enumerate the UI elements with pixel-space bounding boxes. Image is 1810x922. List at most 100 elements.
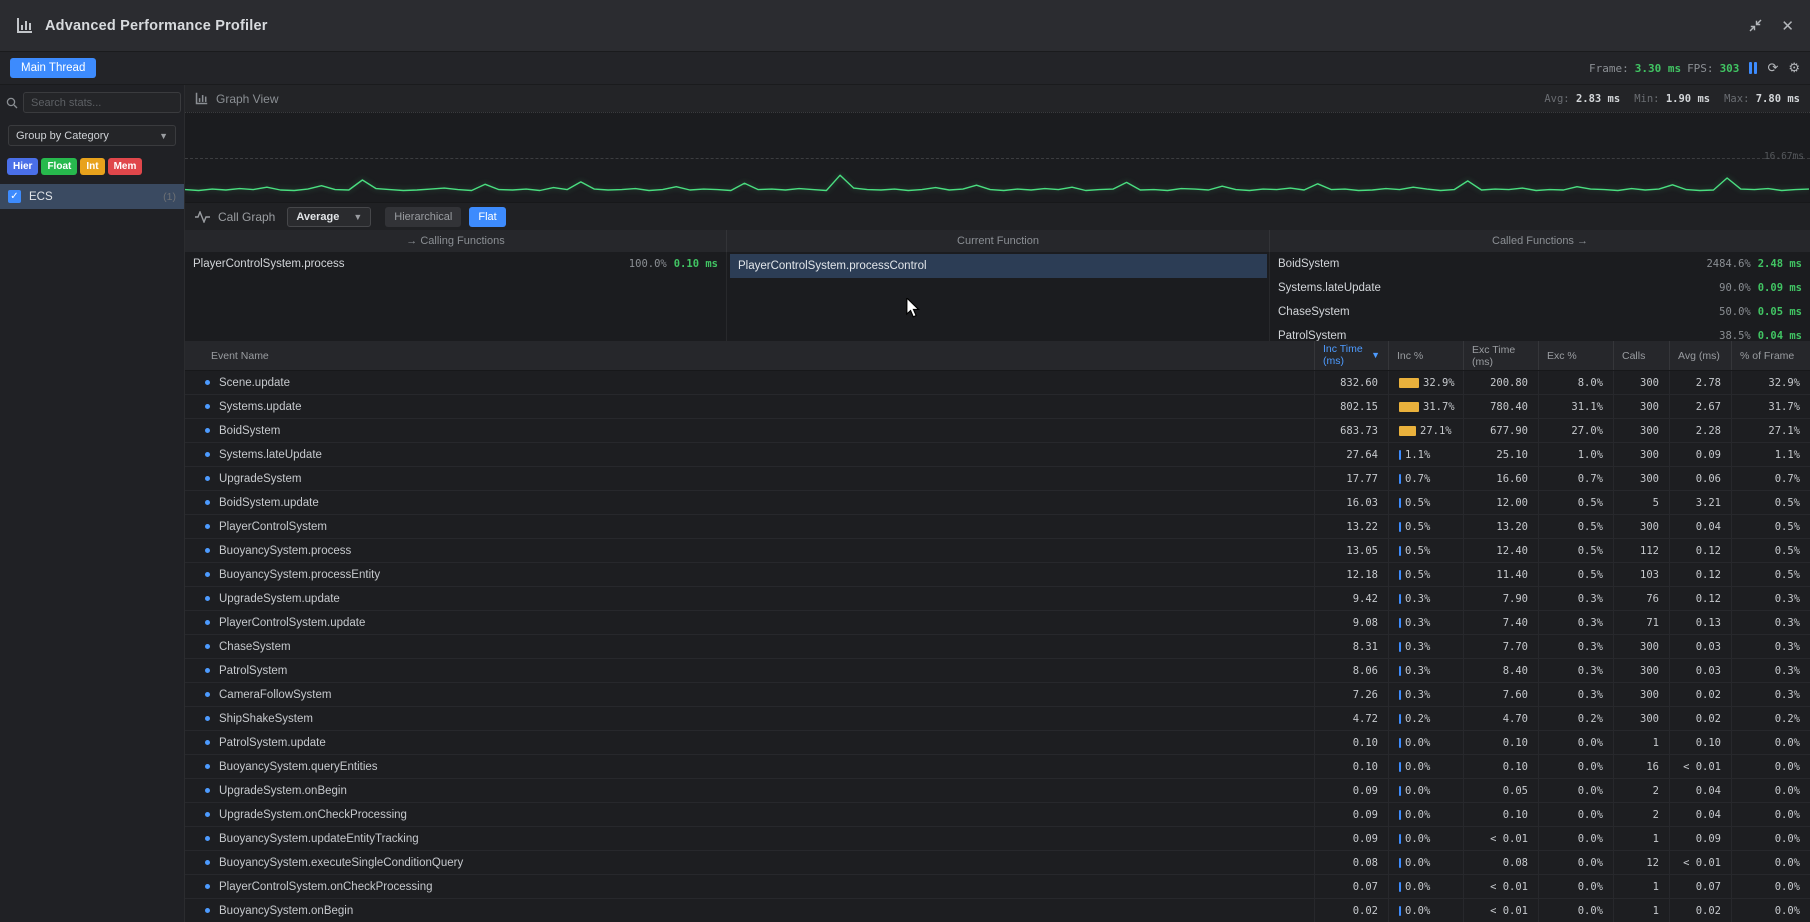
cell-avg: 0.09 — [1670, 827, 1732, 850]
cell-exc-time: 0.10 — [1464, 731, 1539, 754]
called-function-row[interactable]: Systems.lateUpdate90.0%0.09 ms — [1270, 276, 1810, 300]
flat-button[interactable]: Flat — [469, 207, 505, 227]
table-row[interactable]: Systems.lateUpdate27.641.1%25.101.0%3000… — [185, 443, 1810, 467]
header-exc-pct[interactable]: Exc % — [1539, 341, 1614, 370]
cell-avg: 2.78 — [1670, 371, 1732, 394]
event-bullet-icon — [205, 860, 210, 865]
group-by-value: Group by Category — [16, 130, 109, 142]
cell-inc-time: 17.77 — [1315, 467, 1389, 490]
aggregation-value: Average — [296, 211, 339, 223]
search-input[interactable] — [23, 92, 181, 113]
cell-inc-time: 13.05 — [1315, 539, 1389, 562]
frame-time-graph[interactable]: 16.67ms — [185, 112, 1810, 202]
group-by-select[interactable]: Group by Category ▼ — [8, 125, 176, 146]
cell-exc-time: 677.90 — [1464, 419, 1539, 442]
event-name: Systems.lateUpdate — [219, 449, 322, 461]
hierarchical-button[interactable]: Hierarchical — [385, 207, 461, 227]
current-function-cell[interactable]: PlayerControlSystem.processControl — [730, 254, 1267, 278]
table-row[interactable]: ChaseSystem8.310.3%7.700.3%3000.030.3% — [185, 635, 1810, 659]
cell-calls: 300 — [1614, 395, 1670, 418]
header-frame-pct[interactable]: % of Frame — [1732, 341, 1810, 370]
table-row[interactable]: UpgradeSystem.onCheckProcessing0.090.0%0… — [185, 803, 1810, 827]
filter-chip-float[interactable]: Float — [41, 158, 77, 175]
settings-button[interactable]: ⚙ — [1788, 60, 1800, 76]
cell-exc-time: 0.08 — [1464, 851, 1539, 874]
cell-inc-pct: 0.0% — [1389, 827, 1464, 850]
calling-function-row[interactable]: PlayerControlSystem.process 100.0%0.10 ms — [185, 252, 726, 276]
cell-inc-pct: 0.0% — [1389, 755, 1464, 778]
table-row[interactable]: BuoyancySystem.process13.050.5%12.400.5%… — [185, 539, 1810, 563]
inc-pct-bar — [1399, 570, 1401, 580]
graph-view-header: Graph View Avg: 2.83 ms Min: 1.90 ms Max… — [185, 85, 1810, 112]
function-name: PlayerControlSystem.process — [193, 258, 344, 270]
event-bullet-icon — [205, 884, 210, 889]
pause-button[interactable] — [1749, 62, 1757, 74]
table-row[interactable]: BuoyancySystem.executeSingleConditionQue… — [185, 851, 1810, 875]
header-exc-time[interactable]: Exc Time (ms) — [1464, 341, 1539, 370]
cell-inc-time: 8.31 — [1315, 635, 1389, 658]
refresh-button[interactable]: ⟳ — [1767, 60, 1778, 76]
table-row[interactable]: PlayerControlSystem.onCheckProcessing0.0… — [185, 875, 1810, 899]
cell-inc-pct: 0.0% — [1389, 779, 1464, 802]
cell-inc-pct: 0.3% — [1389, 659, 1464, 682]
cell-exc-time: < 0.01 — [1464, 899, 1539, 922]
function-stats: 100.0%0.10 ms — [629, 258, 718, 270]
close-button[interactable]: ✕ — [1781, 17, 1794, 35]
table-row[interactable]: BuoyancySystem.queryEntities0.100.0%0.10… — [185, 755, 1810, 779]
ecs-checkbox[interactable]: ✓ — [8, 190, 21, 203]
table-row[interactable]: PlayerControlSystem13.220.5%13.200.5%300… — [185, 515, 1810, 539]
filter-chip-mem[interactable]: Mem — [108, 158, 143, 175]
header-calls[interactable]: Calls — [1614, 341, 1670, 370]
table-row[interactable]: BoidSystem.update16.030.5%12.000.5%53.21… — [185, 491, 1810, 515]
aggregation-select[interactable]: Average ▼ — [287, 207, 371, 227]
cell-calls: 71 — [1614, 611, 1670, 634]
called-function-row[interactable]: PatrolSystem38.5%0.04 ms — [1270, 324, 1810, 341]
table-row[interactable]: ShipShakeSystem4.720.2%4.700.2%3000.020.… — [185, 707, 1810, 731]
table-row[interactable]: BuoyancySystem.updateEntityTracking0.090… — [185, 827, 1810, 851]
event-name: UpgradeSystem.update — [219, 593, 340, 605]
cell-calls: 300 — [1614, 419, 1670, 442]
event-name: CameraFollowSystem — [219, 689, 331, 701]
event-name: UpgradeSystem.onCheckProcessing — [219, 809, 407, 821]
filter-chip-int[interactable]: Int — [80, 158, 104, 175]
header-avg[interactable]: Avg (ms) — [1670, 341, 1732, 370]
table-row[interactable]: PatrolSystem.update0.100.0%0.100.0%10.10… — [185, 731, 1810, 755]
table-row[interactable]: BuoyancySystem.onBegin0.020.0%< 0.010.0%… — [185, 899, 1810, 922]
cell-exc-time: 0.05 — [1464, 779, 1539, 802]
collapse-button[interactable] — [1748, 18, 1763, 33]
cell-exc-pct: 0.3% — [1539, 587, 1614, 610]
table-row[interactable]: BoidSystem683.7327.1%677.9027.0%3002.282… — [185, 419, 1810, 443]
event-name: BuoyancySystem.process — [219, 545, 351, 557]
table-row[interactable]: BuoyancySystem.processEntity12.180.5%11.… — [185, 563, 1810, 587]
tab-main-thread[interactable]: Main Thread — [10, 58, 96, 78]
event-name: BoidSystem.update — [219, 497, 319, 509]
inc-pct-bar — [1399, 642, 1401, 652]
called-functions-list: BoidSystem2484.6%2.48 msSystems.lateUpda… — [1270, 252, 1810, 341]
event-name: BuoyancySystem.queryEntities — [219, 761, 378, 773]
table-row[interactable]: UpgradeSystem.update9.420.3%7.900.3%760.… — [185, 587, 1810, 611]
called-function-row[interactable]: ChaseSystem50.0%0.05 ms — [1270, 300, 1810, 324]
cell-exc-time: 8.40 — [1464, 659, 1539, 682]
sidebar-item-ecs[interactable]: ✓ ECS (1) — [0, 184, 184, 209]
filter-chip-hier[interactable]: Hier — [7, 158, 38, 175]
event-bullet-icon — [205, 812, 210, 817]
header-inc-time[interactable]: Inc Time (ms)▼ — [1315, 341, 1389, 370]
event-bullet-icon — [205, 788, 210, 793]
table-row[interactable]: CameraFollowSystem7.260.3%7.600.3%3000.0… — [185, 683, 1810, 707]
cell-exc-time: 7.90 — [1464, 587, 1539, 610]
table-row[interactable]: Scene.update832.6032.9%200.808.0%3002.78… — [185, 371, 1810, 395]
table-row[interactable]: PatrolSystem8.060.3%8.400.3%3000.030.3% — [185, 659, 1810, 683]
table-row[interactable]: PlayerControlSystem.update9.080.3%7.400.… — [185, 611, 1810, 635]
cell-calls: 300 — [1614, 659, 1670, 682]
table-row[interactable]: UpgradeSystem17.770.7%16.600.7%3000.060.… — [185, 467, 1810, 491]
main-panel: Graph View Avg: 2.83 ms Min: 1.90 ms Max… — [185, 85, 1810, 922]
header-inc-pct[interactable]: Inc % — [1389, 341, 1464, 370]
cell-inc-time: 9.08 — [1315, 611, 1389, 634]
cell-inc-time: 0.09 — [1315, 779, 1389, 802]
inc-pct-bar — [1399, 666, 1401, 676]
header-event-name[interactable]: Event Name — [185, 341, 1315, 370]
table-row[interactable]: UpgradeSystem.onBegin0.090.0%0.050.0%20.… — [185, 779, 1810, 803]
cell-calls: 16 — [1614, 755, 1670, 778]
called-function-row[interactable]: BoidSystem2484.6%2.48 ms — [1270, 252, 1810, 276]
table-row[interactable]: Systems.update802.1531.7%780.4031.1%3002… — [185, 395, 1810, 419]
